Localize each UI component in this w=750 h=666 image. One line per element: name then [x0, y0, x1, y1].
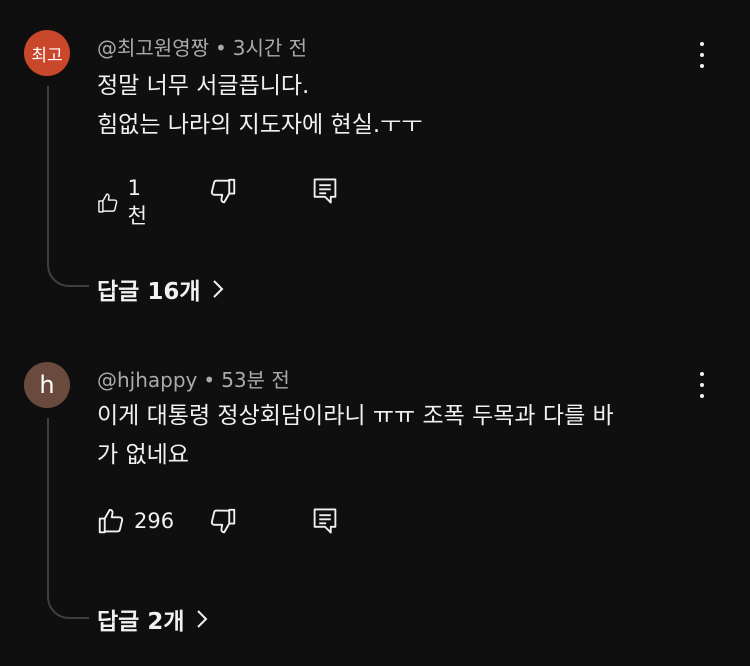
reply-comment-icon	[313, 178, 337, 204]
avatar[interactable]: h	[24, 362, 70, 408]
view-replies-button[interactable]: 답글 2개	[97, 602, 209, 636]
reply-button[interactable]	[311, 176, 339, 206]
comment-author[interactable]: @hjhappy	[97, 368, 197, 392]
thumbs-down-icon	[210, 508, 236, 534]
thumbs-down-icon	[210, 178, 236, 204]
avatar-text: 최고	[31, 45, 63, 66]
more-dot	[700, 394, 704, 398]
reply-button[interactable]	[311, 506, 339, 536]
avatar-text: h	[39, 371, 55, 399]
comment-text: 정말 너무 서글픕니다. 힘없는 나라의 지도자에 현실.ㅜㅜ	[97, 67, 697, 145]
more-dot	[700, 383, 704, 387]
comment-line: 가 없네요	[97, 442, 189, 468]
more-options-button[interactable]	[692, 370, 712, 400]
comment-line: 정말 너무 서글픕니다.	[97, 73, 310, 99]
more-options-button[interactable]	[692, 40, 712, 70]
chevron-right-icon	[212, 280, 223, 298]
like-count: 296	[134, 509, 175, 533]
more-vertical-icon	[700, 372, 704, 376]
comment-text: 이게 대통령 정상회담이라니 ㅠㅠ 조폭 두목과 다를 바 가 없네요	[97, 397, 697, 475]
dislike-button[interactable]	[208, 176, 238, 206]
like-button[interactable]: 1천	[96, 176, 153, 230]
comment-time[interactable]: 3시간 전	[233, 36, 307, 60]
separator-dot: •	[203, 368, 216, 392]
like-count: 1천	[127, 176, 147, 228]
thumbs-up-icon	[98, 508, 124, 534]
avatar[interactable]: 최고	[24, 30, 70, 76]
thread-line	[47, 86, 89, 287]
comment-meta: @최고원영짱 • 3시간 전	[97, 32, 307, 61]
thumbs-up-icon	[98, 193, 118, 213]
reply-comment-icon	[313, 508, 337, 534]
comment-meta: @hjhappy • 53분 전	[97, 364, 290, 393]
thread-line	[47, 418, 89, 619]
comment-author[interactable]: @최고원영짱	[97, 36, 209, 60]
comment-line: 힘없는 나라의 지도자에 현실.ㅜㅜ	[97, 112, 423, 138]
like-button[interactable]: 296	[96, 506, 174, 536]
more-dot	[700, 53, 704, 57]
view-replies-button[interactable]: 답글 16개	[97, 272, 225, 306]
replies-label: 답글 2개	[97, 609, 185, 635]
more-dot	[700, 64, 704, 68]
replies-label: 답글 16개	[97, 279, 201, 305]
chevron-right-icon	[196, 610, 207, 628]
comment-time[interactable]: 53분 전	[221, 368, 290, 392]
dislike-button[interactable]	[208, 506, 238, 536]
more-vertical-icon	[700, 42, 704, 46]
separator-dot: •	[215, 36, 227, 60]
comment-line: 이게 대통령 정상회담이라니 ㅠㅠ 조폭 두목과 다를 바	[97, 403, 614, 429]
